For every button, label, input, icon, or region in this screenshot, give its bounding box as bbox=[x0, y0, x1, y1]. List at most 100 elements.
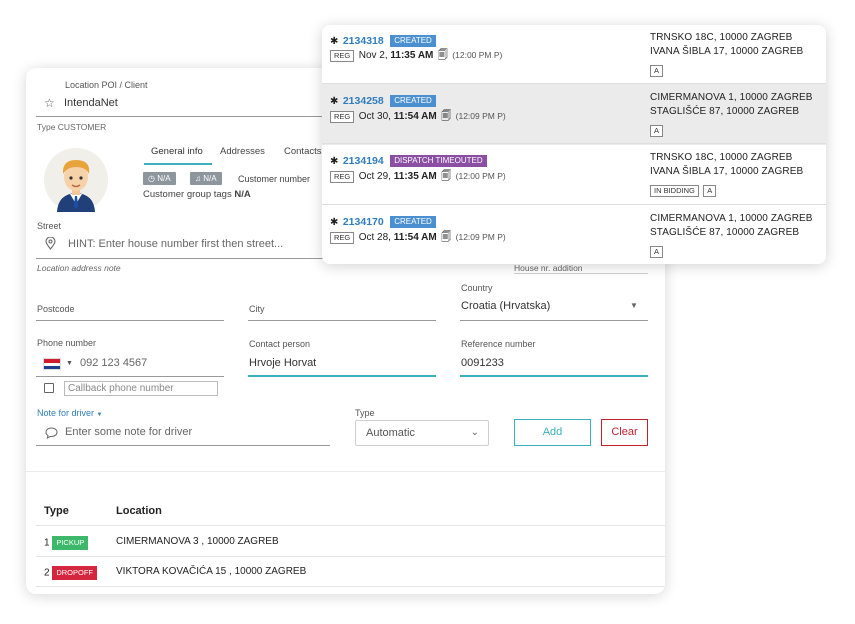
chevron-down-icon: ⌄ bbox=[470, 427, 479, 438]
location-poi-label: Location POI / Client bbox=[65, 80, 148, 90]
clear-button[interactable]: Clear bbox=[601, 419, 648, 446]
tab-addresses[interactable]: Addresses bbox=[220, 146, 265, 157]
pickup-badge: PICKUP bbox=[52, 536, 89, 550]
pickup-address: TRNSKO 18C, 10000 ZAGREB bbox=[650, 32, 793, 43]
phone-underline bbox=[36, 376, 224, 377]
order-row[interactable]: ✱ 2134258 CREATED REG Oct 30, 11:54 AM 🗐… bbox=[322, 84, 826, 145]
clock-icon: ◷ bbox=[148, 174, 155, 183]
reg-tag: REG bbox=[330, 50, 355, 62]
table-row[interactable]: 2 DROPOFF bbox=[44, 566, 98, 580]
reference-number-input[interactable]: 0091233 bbox=[461, 357, 504, 369]
city-underline bbox=[248, 320, 436, 321]
customer-type-label: Type CUSTOMER bbox=[37, 122, 107, 132]
vehicle-tag: A bbox=[650, 125, 664, 137]
street-input[interactable]: HINT: Enter house number first then stre… bbox=[68, 238, 283, 250]
vehicle-tag: A bbox=[650, 246, 664, 258]
bell-icon: ♫ bbox=[195, 174, 201, 183]
country-underline bbox=[460, 320, 648, 321]
note-for-driver-toggle[interactable]: Note for driver ▼ bbox=[37, 408, 103, 418]
contact-underline bbox=[248, 375, 436, 377]
city-field[interactable]: City bbox=[249, 304, 265, 314]
order-row[interactable]: ✱ 2134170 CREATED REG Oct 28, 11:54 AM 🗐… bbox=[322, 205, 826, 264]
caret-down-icon: ▼ bbox=[96, 412, 103, 418]
reg-tag: REG bbox=[330, 111, 355, 123]
dropoff-badge: DROPOFF bbox=[52, 566, 98, 580]
country-select[interactable]: Croatia (Hrvatska) bbox=[461, 300, 550, 312]
table-row[interactable]: 1 PICKUP bbox=[44, 536, 89, 550]
phone-number-label: Phone number bbox=[37, 338, 97, 348]
pickup-address: CIMERMANOVA 1, 10000 ZAGREB bbox=[650, 213, 813, 224]
caret-down-icon[interactable]: ▼ bbox=[630, 301, 638, 310]
order-time: REG Nov 2, 11:35 AM 🗐 (12:00 PM P) bbox=[330, 45, 502, 65]
calendar-icon: 🗐 bbox=[441, 171, 452, 182]
status-badge: ◷ N/A bbox=[143, 172, 176, 185]
table-header-type: Type bbox=[44, 505, 69, 517]
callback-phone-input[interactable]: Callback phone number bbox=[64, 381, 218, 396]
reference-underline bbox=[460, 375, 648, 377]
type-select[interactable]: Automatic ⌄ bbox=[355, 420, 489, 446]
comment-icon bbox=[45, 426, 58, 444]
status-badge: ♫ N/A bbox=[190, 172, 222, 185]
country-code-dropdown-icon[interactable]: ▼ bbox=[66, 360, 73, 367]
stop-location: CIMERMANOVA 3 , 10000 ZAGREB bbox=[116, 536, 279, 547]
reg-tag: REG bbox=[330, 171, 355, 183]
orders-panel: ✱ 2134318 CREATED REG Nov 2, 11:35 AM 🗐 … bbox=[322, 25, 826, 264]
country-label: Country bbox=[461, 283, 493, 293]
order-time: REG Oct 29, 11:35 AM 🗐 (12:00 PM P) bbox=[330, 166, 506, 186]
order-tags: A bbox=[650, 241, 664, 259]
section-divider bbox=[26, 471, 665, 472]
active-tab-indicator bbox=[144, 163, 212, 165]
contact-person-label: Contact person bbox=[249, 339, 311, 349]
stop-location: VIKTORA KOVAČIĆA 15 , 10000 ZAGREB bbox=[116, 566, 307, 577]
dropoff-address: STAGLIŠĆE 87, 10000 ZAGREB bbox=[650, 227, 800, 238]
croatia-flag-icon[interactable] bbox=[43, 358, 61, 370]
customer-group-tags: Customer group tags N/A bbox=[143, 189, 251, 200]
note-underline bbox=[36, 445, 330, 446]
calendar-icon: 🗐 bbox=[441, 111, 452, 122]
vehicle-tag: A bbox=[650, 65, 664, 77]
order-tags: IN BIDDING A bbox=[650, 180, 717, 198]
order-tags: A bbox=[650, 120, 664, 138]
customer-number-label: Customer number bbox=[238, 174, 311, 184]
street-underline bbox=[36, 258, 336, 259]
location-pin-icon bbox=[45, 236, 56, 255]
location-poi-underline bbox=[36, 116, 336, 117]
dropoff-address: IVANA ŠIBLA 17, 10000 ZAGREB bbox=[650, 166, 804, 177]
table-header-location: Location bbox=[116, 505, 162, 517]
calendar-icon: 🗐 bbox=[437, 50, 448, 61]
phone-number-input[interactable]: 092 123 4567 bbox=[80, 357, 147, 369]
reg-tag: REG bbox=[330, 232, 355, 244]
contact-person-input[interactable]: Hrvoje Horvat bbox=[249, 357, 316, 369]
tab-general-info[interactable]: General info bbox=[151, 146, 203, 157]
postcode-underline bbox=[36, 320, 224, 321]
pickup-address: TRNSKO 18C, 10000 ZAGREB bbox=[650, 152, 793, 163]
order-row[interactable]: ✱ 2134194 DISPATCH TIMEOUTED REG Oct 29,… bbox=[322, 144, 826, 205]
dropoff-address: STAGLIŠĆE 87, 10000 ZAGREB bbox=[650, 106, 800, 117]
order-time: REG Oct 30, 11:54 AM 🗐 (12:09 PM P) bbox=[330, 106, 506, 126]
table-divider bbox=[36, 586, 665, 587]
vehicle-tag: A bbox=[703, 185, 717, 197]
type-select-label: Type bbox=[355, 408, 375, 418]
add-button[interactable]: Add bbox=[514, 419, 591, 446]
location-address-note[interactable]: Location address note bbox=[37, 263, 121, 273]
avatar bbox=[44, 148, 108, 212]
dropoff-address: IVANA ŠIBLA 17, 10000 ZAGREB bbox=[650, 46, 804, 57]
house-nr-underline bbox=[514, 273, 648, 274]
order-time: REG Oct 28, 11:54 AM 🗐 (12:09 PM P) bbox=[330, 227, 506, 247]
bidding-tag: IN BIDDING bbox=[650, 185, 699, 197]
table-divider bbox=[36, 556, 665, 557]
pickup-address: CIMERMANOVA 1, 10000 ZAGREB bbox=[650, 92, 813, 103]
reference-number-label: Reference number bbox=[461, 339, 536, 349]
street-label: Street bbox=[37, 221, 62, 231]
callback-checkbox[interactable] bbox=[44, 383, 54, 393]
postcode-field[interactable]: Postcode bbox=[37, 304, 75, 314]
order-tags: A bbox=[650, 60, 664, 78]
order-row[interactable]: ✱ 2134318 CREATED REG Nov 2, 11:35 AM 🗐 … bbox=[322, 25, 826, 86]
location-poi-value[interactable]: IntendaNet bbox=[64, 97, 118, 109]
house-nr-addition-label[interactable]: House nr. addition bbox=[514, 263, 583, 273]
table-divider bbox=[36, 525, 665, 526]
tab-contacts[interactable]: Contacts bbox=[284, 146, 322, 157]
calendar-icon: 🗐 bbox=[441, 232, 452, 243]
note-for-driver-input[interactable]: Enter some note for driver bbox=[65, 426, 192, 438]
star-icon[interactable]: ☆ bbox=[44, 96, 55, 110]
